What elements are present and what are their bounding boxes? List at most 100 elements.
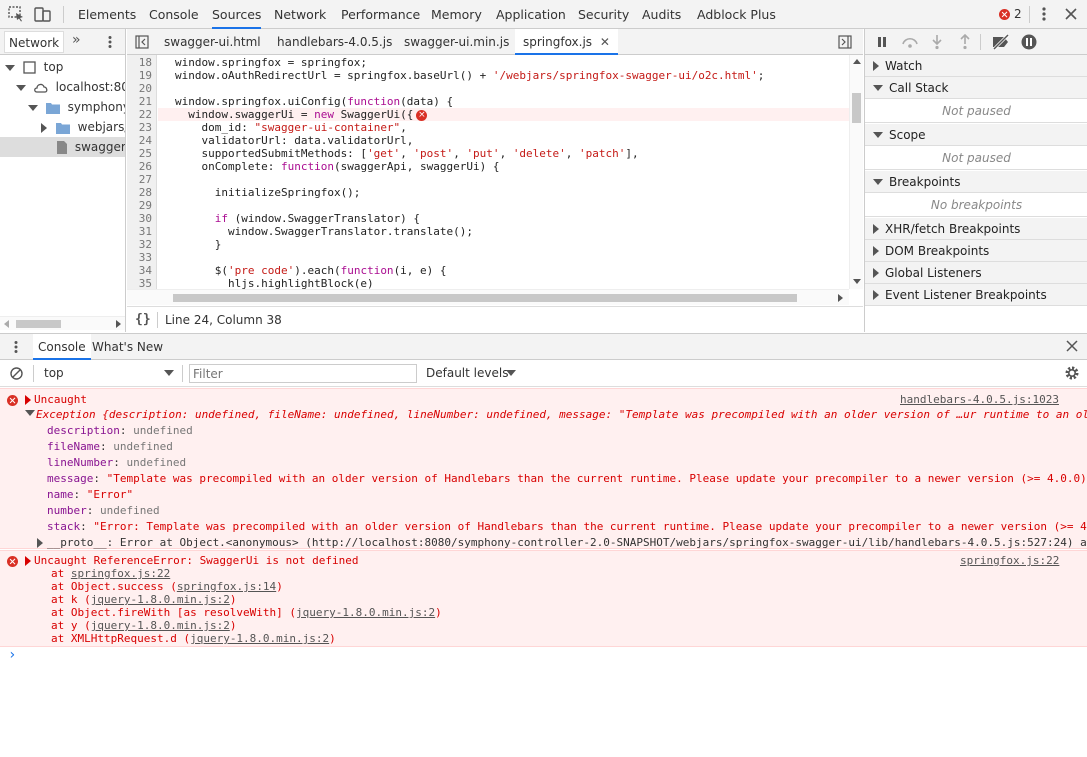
navigator-more-tabs[interactable]: »	[72, 32, 81, 48]
close-drawer-icon[interactable]	[1066, 340, 1078, 352]
log-levels-value: Default levels	[426, 366, 509, 380]
console-input[interactable]	[22, 649, 1082, 667]
tab-elements[interactable]: Elements	[78, 0, 136, 29]
clear-console-icon[interactable]	[10, 367, 23, 380]
close-tab-icon[interactable]: ✕	[600, 35, 610, 49]
drawer-menu-icon[interactable]	[10, 340, 22, 354]
editor-vscrollbar[interactable]	[849, 55, 863, 289]
close-devtools-icon[interactable]	[1064, 7, 1078, 21]
frame-link[interactable]: jquery-1.8.0.min.js:2	[91, 619, 230, 632]
navigator-hscrollbar[interactable]	[0, 316, 125, 330]
line-number: 23	[138, 121, 152, 134]
code-editor[interactable]: 18 19 20 21 22 23 24 25 26 27 28 29 30 3…	[127, 55, 849, 289]
drawer-tab-console[interactable]: Console	[33, 334, 91, 360]
tab-sources[interactable]: Sources	[212, 0, 262, 29]
navigator-tab-network[interactable]: Network	[4, 31, 65, 53]
expand-icon	[873, 61, 879, 71]
collapse-icon[interactable]	[25, 410, 35, 416]
line-number: 35	[138, 277, 152, 289]
scroll-right-icon[interactable]	[116, 320, 121, 328]
expand-icon[interactable]	[25, 395, 31, 405]
frame-link[interactable]: jquery-1.8.0.min.js:2	[296, 606, 435, 619]
frame-text: at k (	[51, 593, 91, 606]
exception-summary: Exception {description: undefined, fileN…	[36, 408, 1087, 421]
tree-label: top	[43, 60, 64, 74]
pane-call-stack[interactable]: Call Stack	[865, 77, 1087, 99]
log-levels-dropdown[interactable]: Default levels	[426, 363, 526, 383]
prop-key: name	[47, 488, 74, 501]
tab-adblock-plus[interactable]: Adblock Plus	[697, 0, 776, 29]
frame-link[interactable]: springfox.js:14	[177, 580, 276, 593]
inline-error-icon[interactable]: ×	[416, 109, 428, 121]
pane-scope[interactable]: Scope	[865, 124, 1087, 146]
pane-watch[interactable]: Watch	[865, 55, 1087, 77]
pause-icon[interactable]	[875, 35, 889, 49]
navigator-menu-icon[interactable]	[104, 35, 116, 49]
step-out-icon[interactable]	[959, 34, 971, 50]
pretty-print-button[interactable]: {}	[135, 312, 151, 327]
editor-tabbar: swagger-ui.html handlebars-4.0.5.js swag…	[127, 29, 863, 55]
editor-tab-handlebars[interactable]: handlebars-4.0.5.js	[277, 29, 392, 55]
pane-global-listeners[interactable]: Global Listeners	[865, 262, 1087, 284]
tab-memory[interactable]: Memory	[431, 0, 482, 29]
tab-audits[interactable]: Audits	[642, 0, 681, 29]
frame-link[interactable]: jquery-1.8.0.min.js:2	[190, 632, 329, 645]
toggle-navigator-icon[interactable]	[135, 35, 149, 49]
console-filter-input[interactable]	[189, 364, 417, 383]
prop-key: number	[47, 504, 87, 517]
tree-item-symphony[interactable]: symphony-c	[0, 97, 125, 117]
editor-tab-label: springfox.js	[523, 35, 593, 49]
console-messages[interactable]: Uncaught handlebars-4.0.5.js:1023 Except…	[0, 387, 1087, 757]
more-options-icon[interactable]	[1038, 6, 1050, 22]
line-gutter[interactable]: 18 19 20 21 22 23 24 25 26 27 28 29 30 3…	[127, 55, 157, 289]
error-source-link[interactable]: handlebars-4.0.5.js:1023	[900, 393, 1059, 406]
tree-item-webjars[interactable]: webjars/s	[0, 117, 125, 137]
pane-xhr-breakpoints[interactable]: XHR/fetch Breakpoints	[865, 218, 1087, 240]
error-source-link[interactable]: springfox.js:22	[960, 554, 1059, 567]
collapse-icon	[28, 104, 38, 111]
tree-item-swagger-ui[interactable]: swagger-ui	[0, 137, 125, 157]
tree-item-localhost[interactable]: localhost:8080	[0, 77, 125, 97]
inspect-element-icon[interactable]	[8, 6, 26, 22]
pause-on-exceptions-icon[interactable]	[1021, 34, 1037, 50]
editor-tab-swagger-ui-min[interactable]: swagger-ui.min.js	[404, 29, 509, 55]
drawer-tab-whats-new[interactable]: What's New	[92, 334, 163, 360]
editor-tab-swagger-ui-html[interactable]: swagger-ui.html	[164, 29, 261, 55]
scroll-right-icon[interactable]	[838, 294, 843, 302]
toggle-debugger-icon[interactable]	[838, 35, 852, 49]
frame-link[interactable]: jquery-1.8.0.min.js:2	[91, 593, 230, 606]
console-settings-gear-icon[interactable]	[1064, 365, 1080, 381]
error-icon	[7, 395, 18, 406]
console-error-message[interactable]: Uncaught ReferenceError: SwaggerUi is no…	[0, 550, 1087, 647]
scroll-thumb[interactable]	[173, 294, 797, 302]
tree-item-top[interactable]: top	[0, 57, 125, 77]
console-toolbar: top Default levels	[0, 360, 1087, 387]
scroll-down-icon[interactable]	[853, 279, 861, 284]
console-error-message[interactable]: Uncaught handlebars-4.0.5.js:1023 Except…	[0, 388, 1087, 549]
scroll-thumb[interactable]	[852, 93, 861, 123]
tab-performance[interactable]: Performance	[341, 0, 420, 29]
frame-link[interactable]: springfox.js:22	[71, 567, 170, 580]
code-line: onComplete: function(swaggerApi, swagger…	[175, 160, 500, 173]
editor-tab-springfox[interactable]: springfox.js ✕	[515, 29, 618, 55]
pane-dom-breakpoints[interactable]: DOM Breakpoints	[865, 240, 1087, 262]
tab-network[interactable]: Network	[274, 0, 326, 29]
tab-application[interactable]: Application	[496, 0, 566, 29]
expand-proto-icon[interactable]	[37, 538, 43, 548]
editor-hscrollbar[interactable]	[127, 289, 849, 305]
pane-breakpoints[interactable]: Breakpoints	[865, 171, 1087, 193]
tab-console[interactable]: Console	[149, 0, 199, 29]
step-over-icon[interactable]	[901, 35, 919, 49]
scroll-up-icon[interactable]	[853, 59, 861, 64]
expand-icon[interactable]	[25, 556, 31, 566]
cloud-icon	[33, 83, 48, 93]
device-toolbar-icon[interactable]	[34, 6, 52, 22]
scroll-thumb[interactable]	[16, 320, 61, 328]
deactivate-breakpoints-icon[interactable]	[991, 34, 1011, 50]
step-into-icon[interactable]	[931, 34, 943, 50]
collapse-icon	[873, 179, 883, 185]
tab-security[interactable]: Security	[578, 0, 629, 29]
pane-event-listener-breakpoints[interactable]: Event Listener Breakpoints	[865, 284, 1087, 306]
scroll-left-icon[interactable]	[4, 320, 9, 328]
context-selector[interactable]: top	[38, 363, 178, 383]
